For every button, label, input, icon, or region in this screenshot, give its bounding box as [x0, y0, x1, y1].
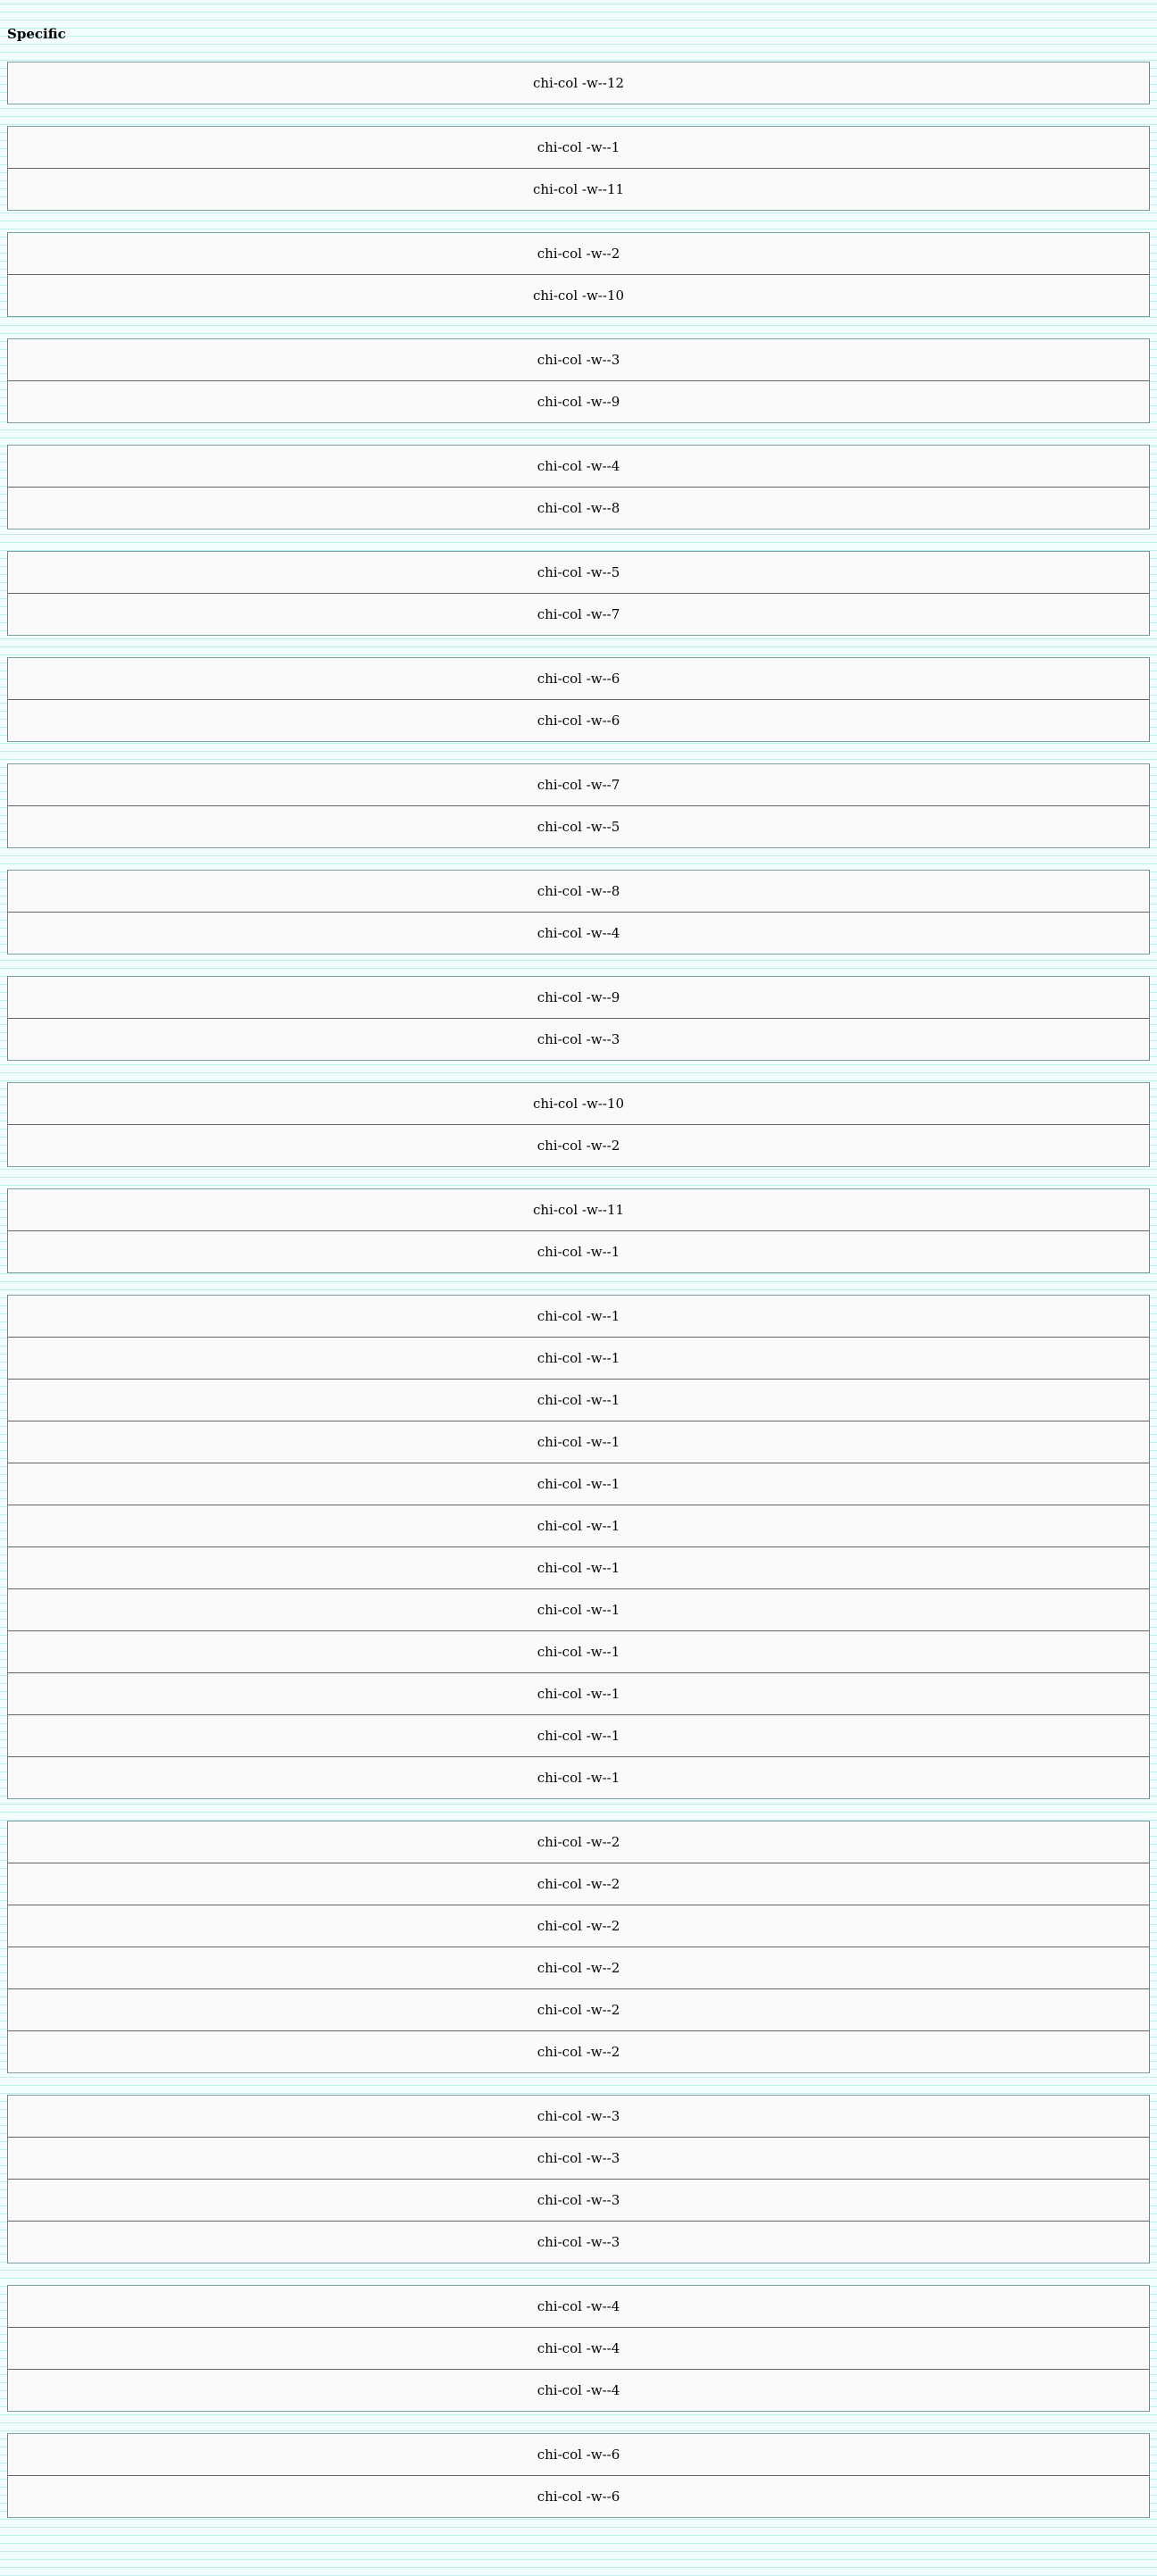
grid-column-cell: chi-col -w--3 — [7, 1018, 1150, 1061]
grid-column-cell: chi-col -w--6 — [7, 2433, 1150, 2476]
grid-column-cell: chi-col -w--10 — [7, 1082, 1150, 1125]
grid-column-cell: chi-col -w--10 — [7, 274, 1150, 317]
grid-column-cell: chi-col -w--1 — [7, 1463, 1150, 1505]
grid-column-cell: chi-col -w--6 — [7, 2475, 1150, 2518]
grid-column-cell: chi-col -w--1 — [7, 1230, 1150, 1273]
grid-column-cell: chi-col -w--3 — [7, 338, 1150, 381]
grid-column-cell: chi-col -w--1 — [7, 1672, 1150, 1715]
grid-column-cell: chi-col -w--2 — [7, 1988, 1150, 2031]
grid-column-cell: chi-col -w--11 — [7, 168, 1150, 211]
grid-row: chi-col -w--5 chi-col -w--7 — [7, 551, 1150, 636]
grid-column-cell: chi-col -w--11 — [7, 1188, 1150, 1231]
grid-column-cell: chi-col -w--1 — [7, 1756, 1150, 1799]
grid-column-cell: chi-col -w--2 — [7, 1821, 1150, 1863]
grid-column-cell: chi-col -w--1 — [7, 1588, 1150, 1631]
grid-column-cell: chi-col -w--4 — [7, 2327, 1150, 2370]
grid-column-cell: chi-col -w--6 — [7, 657, 1150, 700]
grid-column-cell: chi-col -w--1 — [7, 1421, 1150, 1463]
grid-column-cell: chi-col -w--1 — [7, 126, 1150, 169]
grid-column-cell: chi-col -w--8 — [7, 487, 1150, 529]
grid-row: chi-col -w--3 chi-col -w--9 — [7, 338, 1150, 423]
grid-column-cell: chi-col -w--2 — [7, 1124, 1150, 1167]
grid-column-cell: chi-col -w--1 — [7, 1630, 1150, 1673]
grid-column-cell: chi-col -w--12 — [7, 62, 1150, 104]
grid-examples: chi-col -w--12 chi-col -w--1 chi-col -w--1… — [7, 62, 1150, 2539]
grid-column-cell: chi-col -w--4 — [7, 2369, 1150, 2412]
grid-column-cell: chi-col -w--1 — [7, 1295, 1150, 1338]
grid-column-cell: chi-col -w--3 — [7, 2221, 1150, 2263]
grid-row: chi-col -w--1 chi-col -w--1 chi-col -w--1 c… — [7, 1295, 1150, 1799]
grid-row: chi-col -w--9 chi-col -w--3 — [7, 976, 1150, 1061]
grid-row: chi-col -w--6 chi-col -w--6 — [7, 2433, 1150, 2518]
grid-column-cell: chi-col -w--6 — [7, 699, 1150, 742]
grid-column-cell: chi-col -w--3 — [7, 2179, 1150, 2222]
grid-row: chi-col -w--1 chi-col -w--11 — [7, 126, 1150, 211]
grid-column-cell: chi-col -w--2 — [7, 1863, 1150, 1905]
grid-row: chi-col -w--7 chi-col -w--5 — [7, 763, 1150, 848]
grid-row: chi-col -w--12 — [7, 62, 1150, 104]
grid-column-cell: chi-col -w--1 — [7, 1546, 1150, 1589]
grid-column-cell: chi-col -w--2 — [7, 2030, 1150, 2073]
grid-column-cell: chi-col -w--2 — [7, 1947, 1150, 1989]
grid-column-cell: chi-col -w--8 — [7, 870, 1150, 913]
grid-column-cell: chi-col -w--1 — [7, 1714, 1150, 1757]
grid-column-cell: chi-col -w--4 — [7, 445, 1150, 488]
grid-row: chi-col -w--4 chi-col -w--8 — [7, 445, 1150, 529]
grid-column-cell: chi-col -w--3 — [7, 2095, 1150, 2138]
grid-column-cell: chi-col -w--3 — [7, 2137, 1150, 2180]
section-title: Specific — [7, 26, 66, 42]
grid-row: chi-col -w--11 chi-col -w--1 — [7, 1188, 1150, 1273]
grid-column-cell: chi-col -w--7 — [7, 593, 1150, 636]
grid-column-cell: chi-col -w--4 — [7, 912, 1150, 955]
grid-row: chi-col -w--8 chi-col -w--4 — [7, 870, 1150, 955]
grid-column-cell: chi-col -w--2 — [7, 232, 1150, 275]
grid-row: chi-col -w--2 chi-col -w--2 chi-col -w--2 c… — [7, 1821, 1150, 2073]
grid-column-cell: chi-col -w--1 — [7, 1337, 1150, 1380]
grid-column-cell: chi-col -w--2 — [7, 1905, 1150, 1947]
grid-column-cell: chi-col -w--5 — [7, 551, 1150, 594]
grid-column-cell: chi-col -w--9 — [7, 976, 1150, 1019]
grid-column-cell: chi-col -w--1 — [7, 1379, 1150, 1421]
grid-column-cell: chi-col -w--1 — [7, 1505, 1150, 1547]
grid-row: chi-col -w--10 chi-col -w--2 — [7, 1082, 1150, 1167]
grid-column-cell: chi-col -w--4 — [7, 2285, 1150, 2328]
grid-row: chi-col -w--3 chi-col -w--3 chi-col -w--3 c… — [7, 2095, 1150, 2263]
grid-column-cell: chi-col -w--5 — [7, 805, 1150, 848]
grid-row: chi-col -w--6 chi-col -w--6 — [7, 657, 1150, 742]
grid-row: chi-col -w--2 chi-col -w--10 — [7, 232, 1150, 317]
grid-column-cell: chi-col -w--7 — [7, 763, 1150, 806]
grid-column-cell: chi-col -w--9 — [7, 380, 1150, 423]
grid-row: chi-col -w--4 chi-col -w--4 chi-col -w--4 — [7, 2285, 1150, 2412]
